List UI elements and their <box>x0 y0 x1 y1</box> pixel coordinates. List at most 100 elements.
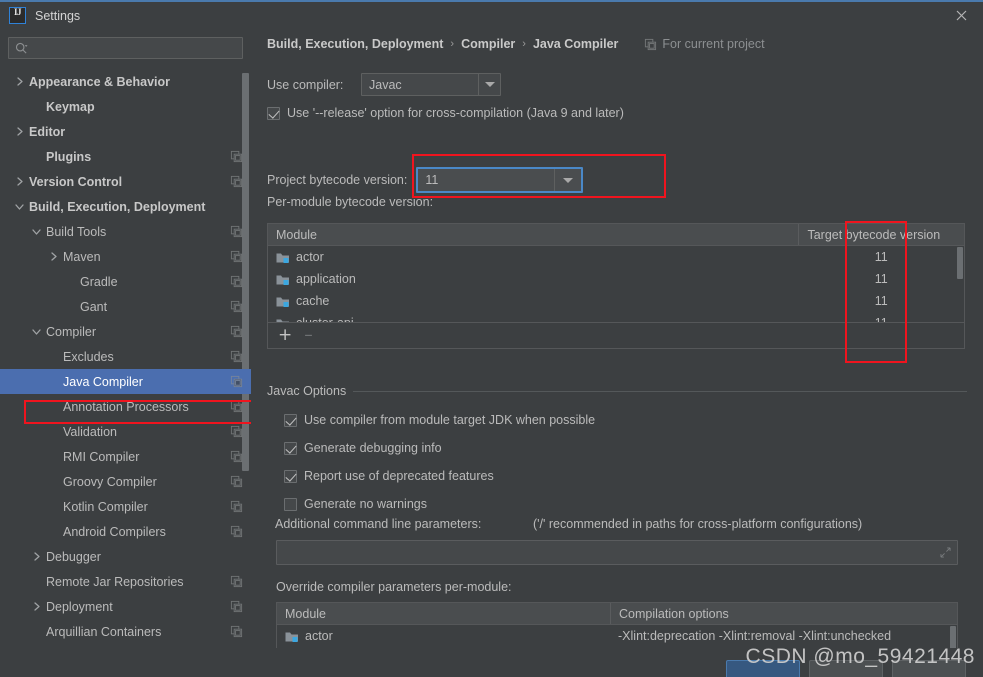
copy-settings-icon[interactable] <box>230 600 243 613</box>
copy-settings-icon[interactable] <box>230 175 243 188</box>
copy-settings-icon[interactable] <box>230 275 243 288</box>
breadcrumb-part-2: Java Compiler <box>532 37 619 51</box>
additional-params-label-row: Additional command line parameters: ('/'… <box>275 517 862 531</box>
sidebar-item-arquillian-containers[interactable]: Arquillian Containers <box>0 619 251 644</box>
chevron-down-icon[interactable] <box>478 74 500 95</box>
add-module-button[interactable]: + <box>278 327 292 344</box>
sidebar-item-rmi-compiler[interactable]: RMI Compiler <box>0 444 251 469</box>
project-scope-indicator: For current project <box>644 37 765 51</box>
table-row[interactable]: application 11 <box>268 268 964 290</box>
column-header-module[interactable]: Module <box>268 224 798 245</box>
search-input[interactable] <box>28 40 242 56</box>
chevron-right-icon[interactable] <box>14 126 25 137</box>
sidebar-item-remote-jar-repositories[interactable]: Remote Jar Repositories <box>0 569 251 594</box>
intellij-idea-logo-icon <box>9 7 26 24</box>
copy-settings-icon[interactable] <box>230 625 243 638</box>
sidebar-item-application-servers[interactable]: Application Servers <box>0 644 251 645</box>
table-scrollbar-thumb[interactable] <box>957 247 963 279</box>
cell-compilation-options[interactable]: -Xlint:deprecation -Xlint:removal -Xlint… <box>610 625 957 647</box>
sidebar-item-label: Version Control <box>29 174 123 189</box>
checkbox[interactable] <box>284 413 297 427</box>
copy-settings-icon[interactable] <box>230 350 243 363</box>
javac-option-report-use-of-deprecated-features[interactable]: Report use of deprecated features <box>284 469 494 483</box>
copy-settings-icon[interactable] <box>230 325 243 338</box>
sidebar-item-deployment[interactable]: Deployment <box>0 594 251 619</box>
copy-settings-icon[interactable] <box>230 475 243 488</box>
copy-settings-icon[interactable] <box>230 425 243 438</box>
breadcrumb-part-0[interactable]: Build, Execution, Deployment <box>267 37 443 51</box>
javac-option-generate-no-warnings[interactable]: Generate no warnings <box>284 497 427 511</box>
copy-settings-icon[interactable] <box>230 225 243 238</box>
javac-option-generate-debugging-info[interactable]: Generate debugging info <box>284 441 442 455</box>
table-row[interactable]: actor -Xlint:deprecation -Xlint:removal -… <box>277 625 957 647</box>
checkbox[interactable] <box>284 469 297 483</box>
column-header-module[interactable]: Module <box>277 603 610 624</box>
copy-settings-icon[interactable] <box>230 150 243 163</box>
search-box[interactable] <box>8 37 243 59</box>
checkbox[interactable] <box>284 497 297 511</box>
copy-settings-icon[interactable] <box>230 250 243 263</box>
sidebar-item-groovy-compiler[interactable]: Groovy Compiler <box>0 469 251 494</box>
chevron-right-icon[interactable] <box>14 176 25 187</box>
sidebar-item-gant[interactable]: Gant <box>0 294 251 319</box>
copy-settings-icon[interactable] <box>230 300 243 313</box>
sidebar-item-label: Editor <box>29 124 66 139</box>
expand-icon[interactable] <box>940 547 951 558</box>
cell-target-version[interactable]: 11 <box>798 246 964 268</box>
target-version-value: 11 <box>874 294 888 308</box>
sidebar-item-build-execution-deployment[interactable]: Build, Execution, Deployment <box>0 194 251 219</box>
sidebar-item-plugins[interactable]: Plugins <box>0 144 251 169</box>
sidebar-item-kotlin-compiler[interactable]: Kotlin Compiler <box>0 494 251 519</box>
additional-params-input[interactable] <box>276 540 958 565</box>
copy-settings-icon[interactable] <box>230 400 243 413</box>
module-icon <box>276 275 289 285</box>
javac-option-use-compiler-from-module-target-jdk-when-possible[interactable]: Use compiler from module target JDK when… <box>284 413 595 427</box>
chevron-right-icon[interactable] <box>14 76 25 87</box>
cell-target-version[interactable]: 11 <box>798 268 964 290</box>
sidebar-item-annotation-processors[interactable]: Annotation Processors <box>0 394 251 419</box>
copy-settings-icon[interactable] <box>230 575 243 588</box>
cell-module: cache <box>268 290 798 312</box>
project-bytecode-dropdown[interactable]: 11 <box>416 167 584 193</box>
sidebar-item-appearance-behavior[interactable]: Appearance & Behavior <box>0 69 251 94</box>
copy-settings-icon[interactable] <box>230 450 243 463</box>
copy-icon <box>645 38 657 50</box>
chevron-right-icon[interactable] <box>48 251 59 262</box>
sidebar-item-debugger[interactable]: Debugger <box>0 544 251 569</box>
breadcrumb-part-1[interactable]: Compiler <box>461 37 515 51</box>
use-compiler-dropdown[interactable]: Javac <box>361 73 501 96</box>
copy-settings-icon[interactable] <box>230 525 243 538</box>
sidebar-item-gradle[interactable]: Gradle <box>0 269 251 294</box>
table-row[interactable]: actor 11 <box>268 246 964 268</box>
use-release-option-row[interactable]: Use '--release' option for cross-compila… <box>267 106 624 120</box>
use-release-checkbox[interactable] <box>267 106 280 120</box>
column-header-target-bytecode-version[interactable]: Target bytecode version <box>798 224 964 245</box>
copy-settings-icon[interactable] <box>230 375 243 388</box>
copy-settings-icon[interactable] <box>230 500 243 513</box>
table-row[interactable]: cache 11 <box>268 290 964 312</box>
sidebar-item-keymap[interactable]: Keymap <box>0 94 251 119</box>
sidebar-item-validation[interactable]: Validation <box>0 419 251 444</box>
sidebar-item-maven[interactable]: Maven <box>0 244 251 269</box>
cell-target-version[interactable]: 11 <box>798 290 964 312</box>
checkbox[interactable] <box>284 441 297 455</box>
chevron-down-icon[interactable] <box>14 201 25 212</box>
sidebar-item-editor[interactable]: Editor <box>0 119 251 144</box>
chevron-down-icon[interactable] <box>31 226 42 237</box>
sidebar-item-java-compiler[interactable]: Java Compiler <box>0 369 251 394</box>
chevron-down-icon[interactable] <box>31 326 42 337</box>
chevron-right-icon[interactable] <box>31 601 42 612</box>
chevron-right-icon[interactable] <box>31 551 42 562</box>
chevron-down-icon[interactable] <box>554 169 581 191</box>
sidebar-item-build-tools[interactable]: Build Tools <box>0 219 251 244</box>
settings-tree[interactable]: Appearance & Behavior Keymap Editor Plugins… <box>0 67 251 645</box>
column-header-compilation-options[interactable]: Compilation options <box>610 603 957 624</box>
sidebar-item-label: Gant <box>80 299 108 314</box>
close-icon[interactable] <box>953 9 969 25</box>
sidebar-item-excludes[interactable]: Excludes <box>0 344 251 369</box>
override-params-table[interactable]: Module Compilation options actor -Xlint:d… <box>276 602 958 648</box>
sidebar-item-android-compilers[interactable]: Android Compilers <box>0 519 251 544</box>
per-module-bytecode-table[interactable]: Module Target bytecode version actor 11 ap… <box>267 223 965 349</box>
sidebar-item-compiler[interactable]: Compiler <box>0 319 251 344</box>
sidebar-item-version-control[interactable]: Version Control <box>0 169 251 194</box>
